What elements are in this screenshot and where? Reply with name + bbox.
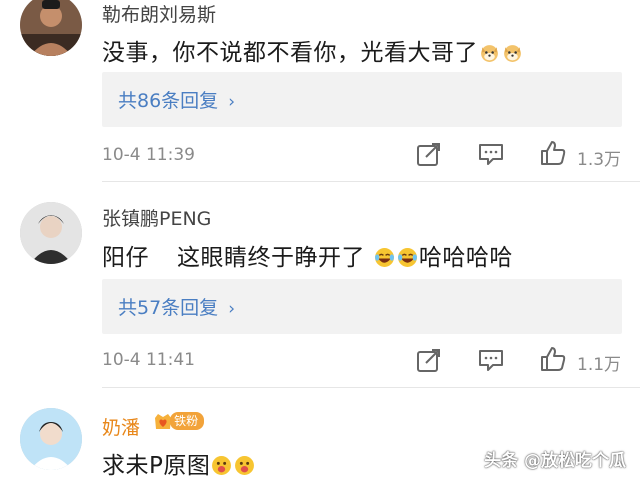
user-avatar[interactable] (20, 408, 82, 470)
laugh-cry-emoji-icon (374, 248, 394, 267)
tongue-emoji-icon (235, 456, 255, 475)
comment-item-1: 勒布朗刘易斯 没事，你不说都不看你，光看大哥了 共86条回复 › 10-4 11:… (0, 0, 640, 182)
chevron-right-icon: › (228, 299, 235, 319)
like-count: 1.3万 (577, 150, 622, 170)
fan-badge-label: 铁粉 (170, 412, 205, 430)
reply-count-label: 共57条回复 (118, 297, 219, 319)
chevron-right-icon: › (228, 92, 235, 112)
thumbs-up-icon[interactable] (540, 140, 566, 166)
doge-emoji-icon (481, 45, 498, 62)
comment-timestamp: 10-4 11:39 (102, 145, 195, 165)
doge-emoji-icon (504, 45, 521, 62)
comment-text-content: 求未P原图 (102, 453, 211, 479)
comment-text-part: 哈哈哈哈 (418, 245, 513, 271)
thumbs-up-icon[interactable] (540, 346, 566, 372)
comment-username[interactable]: 张镇鹏PENG (102, 204, 211, 231)
watermark: 头条 @放松吃个瓜 (484, 451, 626, 471)
view-replies-link[interactable]: 共57条回复 › (118, 293, 235, 320)
comment-username[interactable]: 勒布朗刘易斯 (102, 0, 216, 27)
share-icon[interactable] (416, 141, 442, 167)
share-icon[interactable] (416, 347, 442, 373)
comment-icon[interactable] (478, 347, 504, 373)
comment-timestamp: 10-4 11:41 (102, 350, 195, 370)
view-replies-link[interactable]: 共86条回复 › (118, 86, 235, 113)
reply-count-label: 共86条回复 (118, 90, 219, 112)
comment-icon[interactable] (478, 141, 504, 167)
reply-summary-box[interactable]: 共57条回复 › (102, 279, 622, 334)
tongue-emoji-icon (212, 456, 232, 475)
user-avatar[interactable] (20, 202, 82, 264)
comment-text-content: 没事，你不说都不看你，光看大哥了 (102, 40, 478, 66)
comment-text-part: 这眼睛终于睁开了 (177, 245, 365, 271)
comment-username[interactable]: 奶潘 铁粉 (102, 410, 205, 440)
like-count: 1.1万 (577, 355, 622, 375)
comment-text: 阳仔 这眼睛终于睁开了 哈哈哈哈 (102, 238, 513, 272)
comment-text-part: 阳仔 (102, 245, 149, 271)
user-avatar[interactable] (20, 0, 82, 56)
comment-text: 没事，你不说都不看你，光看大哥了 (102, 33, 524, 67)
comment-item-2: 张镇鹏PENG 阳仔 这眼睛终于睁开了 哈哈哈哈 共57条回复 › 10-4 11:… (0, 182, 640, 388)
reply-summary-box[interactable]: 共86条回复 › (102, 72, 622, 127)
username-text: 奶潘 (102, 417, 141, 439)
fan-badge: 铁粉 (152, 410, 205, 432)
laugh-cry-emoji-icon (397, 248, 417, 267)
comment-text: 求未P原图 (102, 446, 256, 479)
